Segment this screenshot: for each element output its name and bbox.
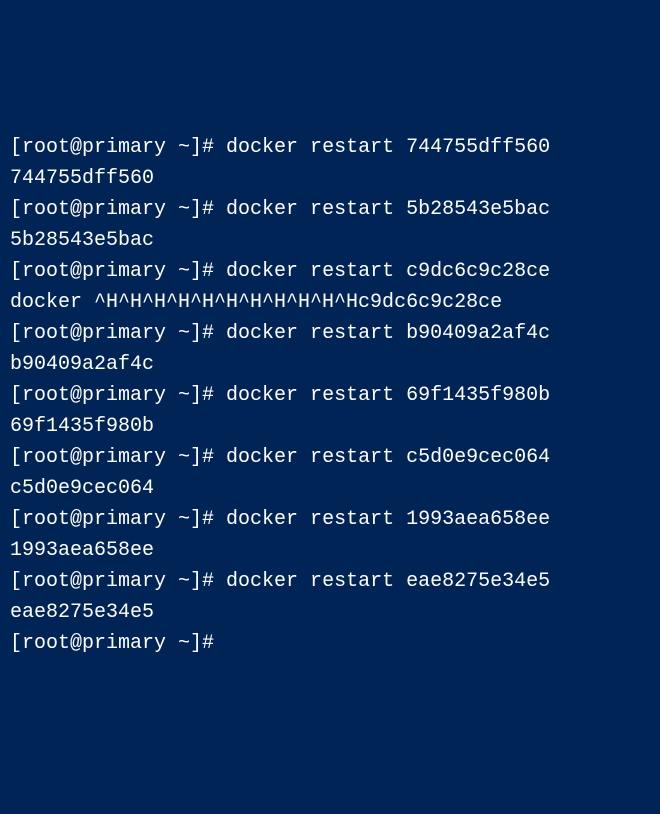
command-line: [root@primary ~]# docker restart eae8275… [10,566,650,597]
command-line: [root@primary ~]# docker restart 5b28543… [10,194,650,225]
output-line: 69f1435f980b [10,411,650,442]
prompt: [root@primary ~]# [10,570,226,593]
output-line: 5b28543e5bac [10,225,650,256]
command-line: [root@primary ~]# docker restart 1993aea… [10,504,650,535]
prompt: [root@primary ~]# [10,198,226,221]
output-line: 744755dff560 [10,163,650,194]
final-prompt: [root@primary ~]# [10,632,214,655]
output-line: b90409a2af4c [10,349,650,380]
output-line: 1993aea658ee [10,535,650,566]
command-line: [root@primary ~]# docker restart 744755d… [10,132,650,163]
prompt-line[interactable]: [root@primary ~]# [10,628,650,659]
output-line: c5d0e9cec064 [10,473,650,504]
command-line: [root@primary ~]# docker restart c9dc6c9… [10,256,650,287]
prompt: [root@primary ~]# [10,508,226,531]
terminal-window[interactable]: [root@primary ~]# docker restart 744755d… [10,132,650,659]
command-text: docker restart 1993aea658ee [226,508,550,531]
command-text: docker restart 69f1435f980b [226,384,550,407]
command-text: docker restart b90409a2af4c [226,322,550,345]
output-line: eae8275e34e5 [10,597,650,628]
command-text: docker restart c5d0e9cec064 [226,446,550,469]
command-line: [root@primary ~]# docker restart 69f1435… [10,380,650,411]
command-line: [root@primary ~]# docker restart b90409a… [10,318,650,349]
command-line: [root@primary ~]# docker restart c5d0e9c… [10,442,650,473]
output-line: docker ^H^H^H^H^H^H^H^H^H^H^Hc9dc6c9c28c… [10,287,650,318]
prompt: [root@primary ~]# [10,322,226,345]
prompt: [root@primary ~]# [10,136,226,159]
prompt: [root@primary ~]# [10,260,226,283]
command-text: docker restart c9dc6c9c28ce [226,260,550,283]
command-text: docker restart 5b28543e5bac [226,198,550,221]
command-text: docker restart 744755dff560 [226,136,550,159]
prompt: [root@primary ~]# [10,446,226,469]
prompt: [root@primary ~]# [10,384,226,407]
command-text: docker restart eae8275e34e5 [226,570,550,593]
